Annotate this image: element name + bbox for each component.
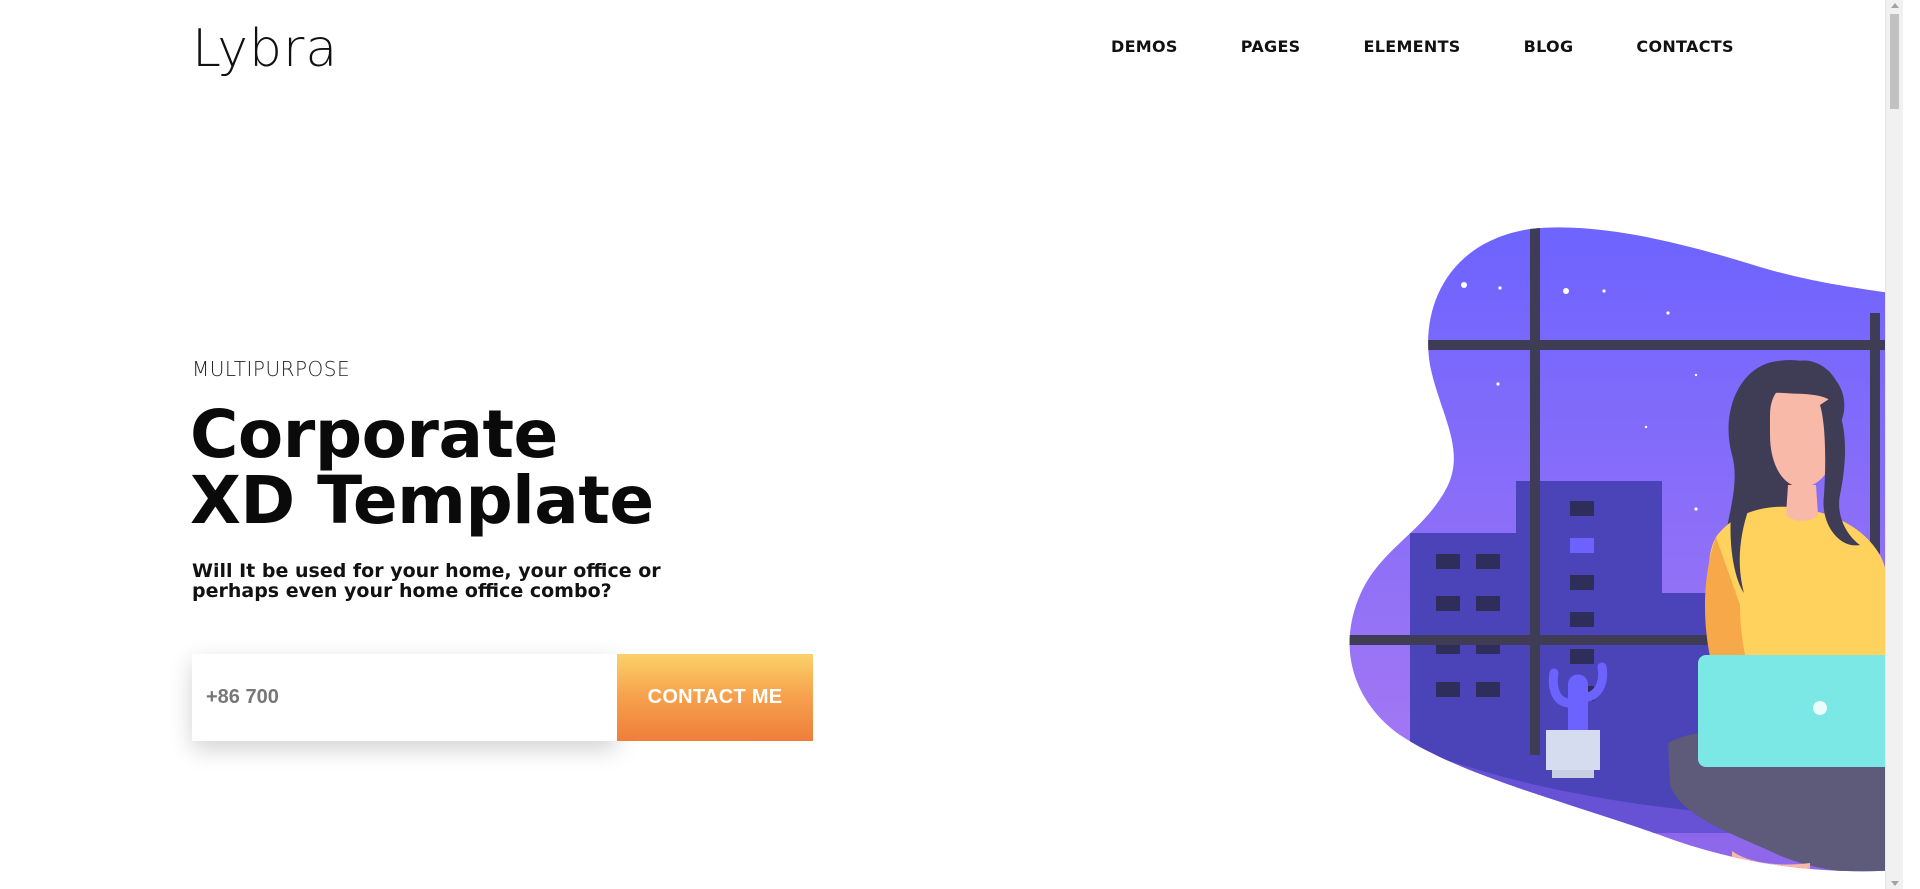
- scrollbar-thumb[interactable]: [1890, 14, 1899, 109]
- hero-illustration: [1340, 215, 1903, 885]
- main-nav: DEMOS PAGES ELEMENTS BLOG CONTACTS: [1111, 36, 1734, 58]
- landing-page: Lybra DEMOS PAGES ELEMENTS BLOG CONTACTS…: [0, 0, 1903, 889]
- page-scrollbar[interactable]: [1885, 0, 1903, 889]
- contact-me-button[interactable]: CONTACT ME: [617, 654, 813, 741]
- hero-headline-line1: Corporate: [190, 396, 558, 473]
- nav-item-contacts[interactable]: CONTACTS: [1636, 36, 1733, 58]
- hero-subtitle: Will It be used for your home, your offi…: [192, 560, 661, 602]
- logo[interactable]: Lybra: [192, 14, 338, 84]
- nav-item-elements[interactable]: ELEMENTS: [1364, 36, 1461, 58]
- phone-input[interactable]: [192, 654, 617, 741]
- scroll-down-arrow-icon[interactable]: [1891, 881, 1899, 886]
- contact-form: CONTACT ME: [192, 654, 813, 741]
- hero-headline: Corporate XD Template: [190, 402, 654, 534]
- nav-item-demos[interactable]: DEMOS: [1111, 36, 1178, 58]
- nav-item-pages[interactable]: PAGES: [1241, 36, 1301, 58]
- nav-item-blog[interactable]: BLOG: [1524, 36, 1574, 58]
- hero-eyebrow: MULTIPURPOSE: [192, 357, 351, 381]
- scroll-up-arrow-icon[interactable]: [1891, 3, 1899, 8]
- hero-headline-line2: XD Template: [190, 462, 654, 539]
- woman-with-laptop-illustration-icon: [1349, 227, 1903, 872]
